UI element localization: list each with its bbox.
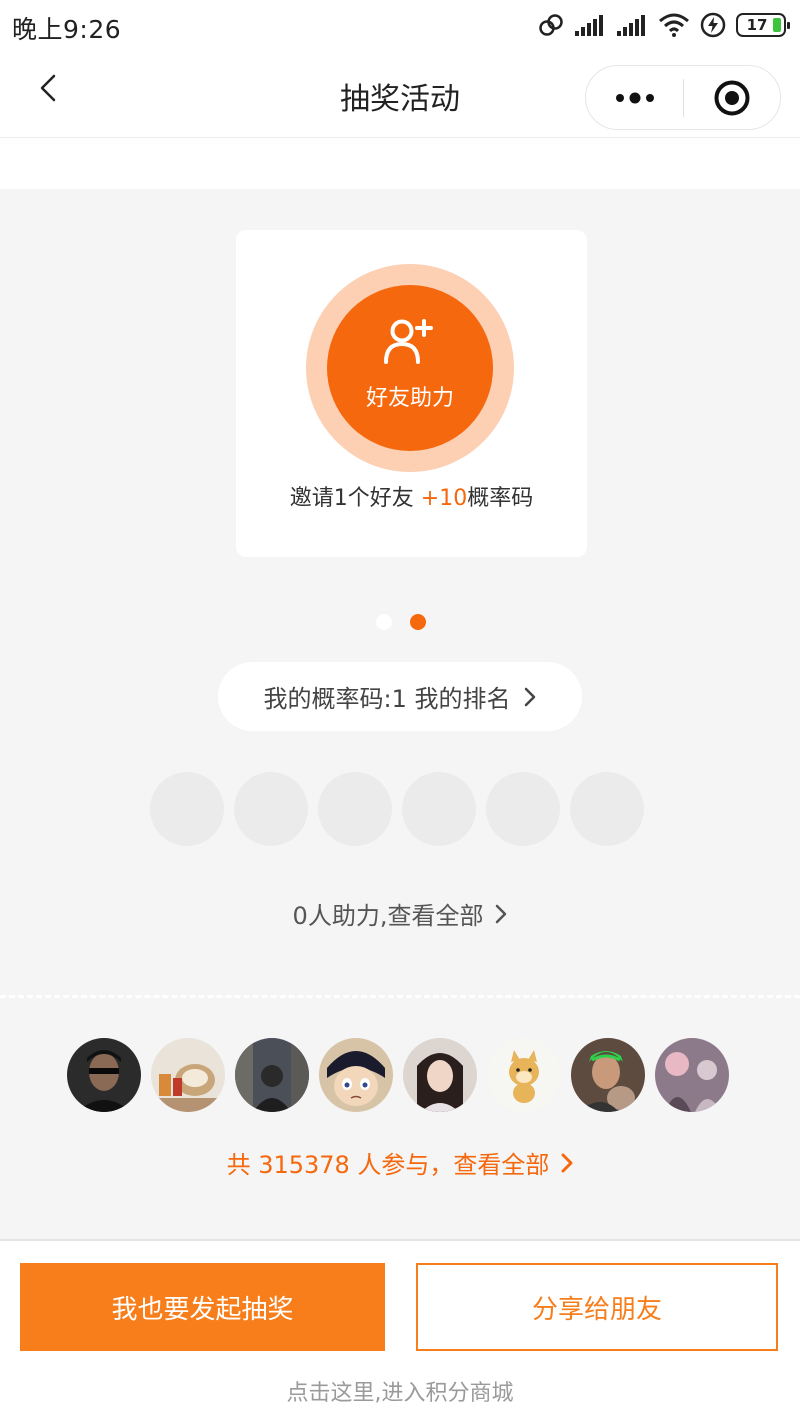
helper-slot bbox=[234, 772, 308, 846]
share-to-friends-button[interactable]: 分享给朋友 bbox=[416, 1263, 778, 1351]
carousel-dots bbox=[376, 614, 426, 630]
participant-avatars bbox=[67, 1038, 729, 1112]
chevron-right-icon bbox=[496, 904, 507, 923]
participant-avatar[interactable] bbox=[571, 1038, 645, 1112]
close-miniprogram-button[interactable] bbox=[684, 66, 780, 129]
wifi-icon bbox=[659, 13, 689, 37]
participant-avatar[interactable] bbox=[67, 1038, 141, 1112]
charging-icon bbox=[700, 12, 726, 38]
my-ranking-button[interactable]: 我的概率码:1 我的排名 bbox=[218, 662, 582, 731]
participant-avatar[interactable] bbox=[403, 1038, 477, 1112]
friend-help-circle: 好友助力 bbox=[327, 285, 493, 451]
points-mall-link[interactable]: 点击这里,进入积分商城 bbox=[0, 1375, 800, 1407]
status-time: 晚上9:26 bbox=[12, 15, 122, 44]
participant-avatar[interactable] bbox=[655, 1038, 729, 1112]
invite-note-suffix: 概率码 bbox=[467, 486, 534, 511]
add-user-icon bbox=[384, 319, 433, 364]
battery-level: 17 bbox=[746, 16, 768, 34]
chevron-right-icon bbox=[561, 1153, 573, 1172]
view-all-helpers-link[interactable]: 0人助力,查看全部 bbox=[0, 896, 800, 931]
helpers-count-label: 0人助力,查看全部 bbox=[292, 902, 484, 930]
invite-card: 好友助力 邀请1个好友 +10概率码 bbox=[236, 230, 587, 557]
status-bar: 晚上9:26 17 bbox=[0, 0, 800, 52]
helper-slot bbox=[486, 772, 560, 846]
helper-slot bbox=[318, 772, 392, 846]
invite-note-bonus: +10 bbox=[420, 486, 468, 511]
participant-avatar[interactable] bbox=[151, 1038, 225, 1112]
section-divider bbox=[0, 995, 800, 998]
link-icon bbox=[539, 14, 563, 36]
battery-fill bbox=[773, 18, 781, 32]
status-icons: 17 bbox=[538, 10, 790, 40]
signal-icon-secondary bbox=[617, 15, 645, 36]
view-all-participants-link[interactable]: 共 315378 人参与，查看全部 bbox=[0, 1145, 800, 1180]
participant-avatar[interactable] bbox=[487, 1038, 561, 1112]
miniprogram-capsule bbox=[585, 65, 781, 130]
main-content: 好友助力 邀请1个好友 +10概率码 我的概率码:1 我的排名 0人助力,查看全… bbox=[0, 189, 800, 1239]
participant-avatar[interactable] bbox=[319, 1038, 393, 1112]
helper-slot bbox=[402, 772, 476, 846]
chevron-right-icon bbox=[525, 687, 536, 706]
ranking-label: 我的概率码:1 我的排名 bbox=[263, 685, 511, 713]
bottom-action-bar: 我也要发起抽奖 分享给朋友 点击这里,进入积分商城 bbox=[0, 1239, 800, 1422]
battery-tip bbox=[787, 22, 790, 29]
helper-slot bbox=[570, 772, 644, 846]
carousel-dot-1[interactable] bbox=[376, 614, 392, 630]
more-dots-icon bbox=[615, 92, 654, 103]
more-button[interactable] bbox=[586, 66, 683, 129]
helper-slot bbox=[150, 772, 224, 846]
participants-count-label: 共 315378 人参与，查看全部 bbox=[226, 1151, 550, 1179]
target-close-icon bbox=[714, 80, 750, 115]
battery-indicator: 17 bbox=[736, 13, 790, 37]
participant-avatar[interactable] bbox=[235, 1038, 309, 1112]
invite-reward-note: 邀请1个好友 +10概率码 bbox=[236, 480, 587, 512]
nav-bar: 抽奖活动 bbox=[0, 52, 800, 138]
friend-help-label: 好友助力 bbox=[365, 386, 454, 411]
start-lottery-button[interactable]: 我也要发起抽奖 bbox=[20, 1263, 385, 1351]
invite-note-prefix: 邀请1个好友 bbox=[289, 486, 421, 511]
helper-avatar-slots bbox=[150, 772, 644, 846]
carousel-dot-2[interactable] bbox=[410, 614, 426, 630]
signal-icon bbox=[575, 15, 603, 36]
friend-help-button[interactable]: 好友助力 bbox=[306, 264, 514, 472]
